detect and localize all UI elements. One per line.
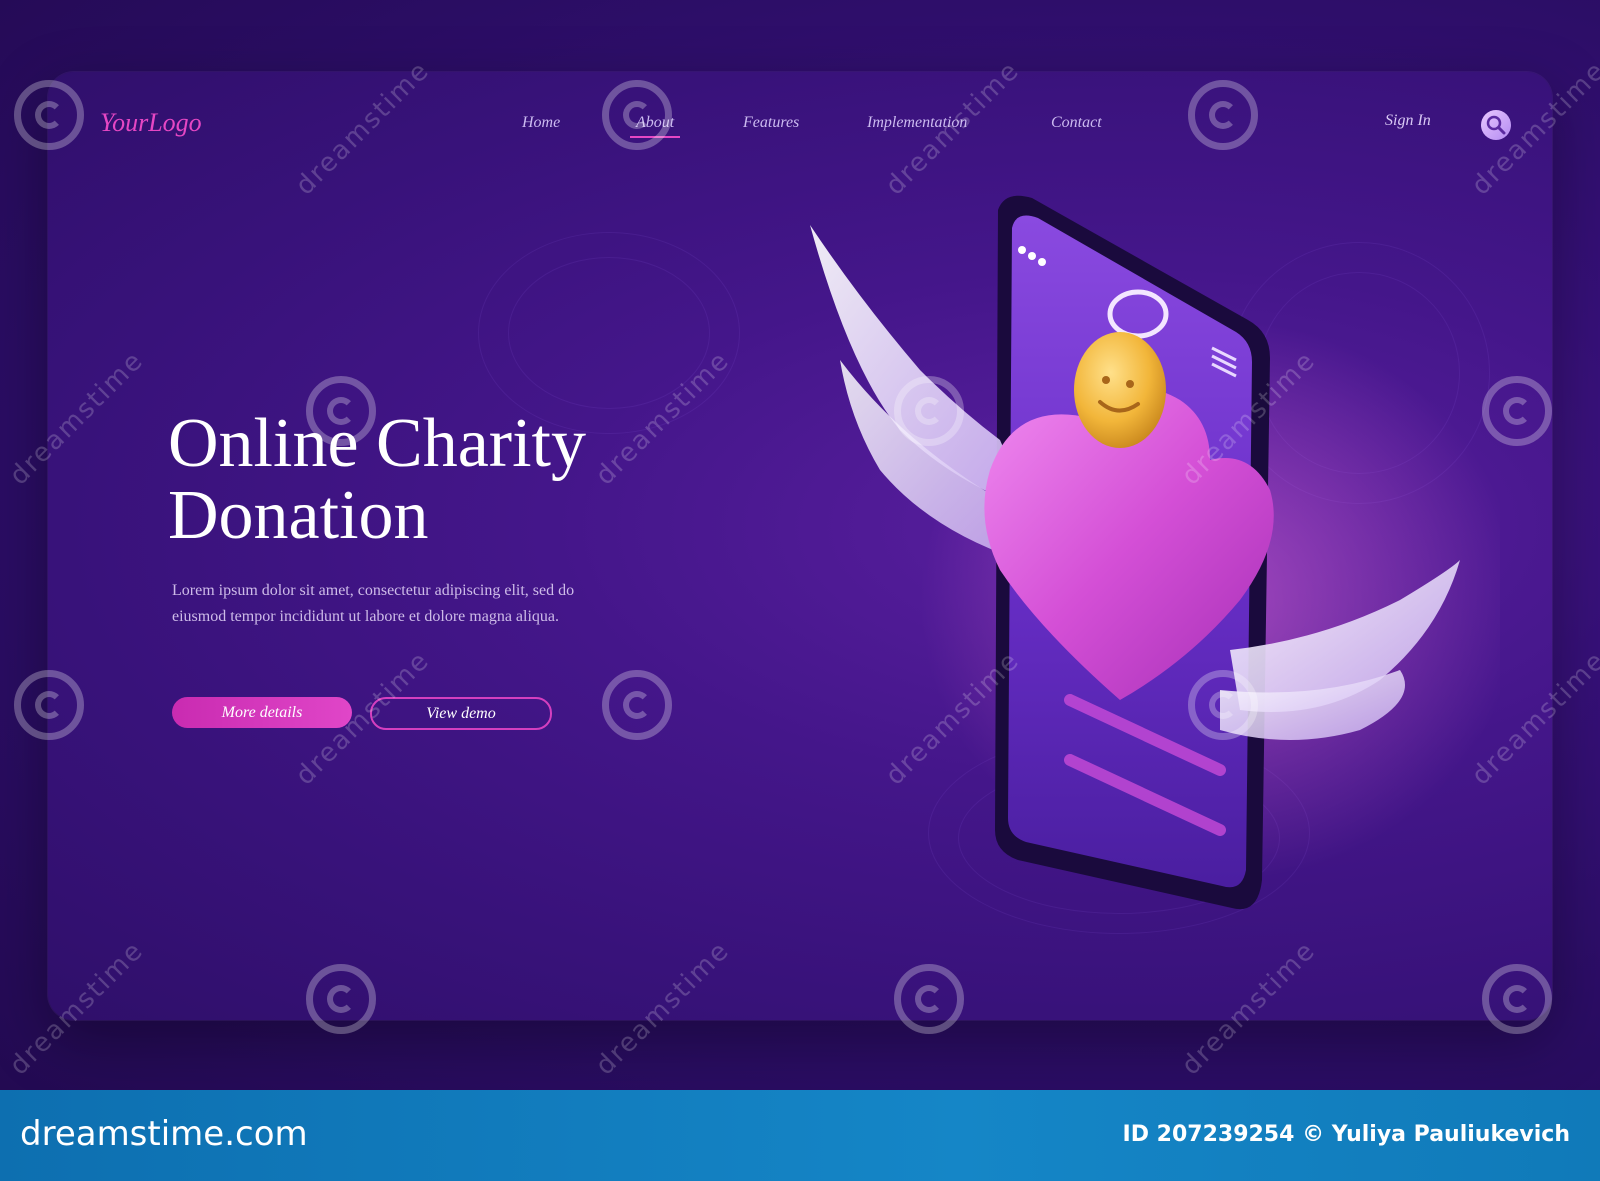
watermark-spiral-icon — [894, 964, 964, 1034]
more-details-button[interactable]: More details — [172, 697, 352, 728]
hero-title-line-2: Donation — [168, 477, 429, 554]
search-icon — [1486, 115, 1506, 135]
watermark-spiral-icon — [14, 670, 84, 740]
watermark-spiral-icon — [1188, 670, 1258, 740]
watermark-spiral-icon — [894, 376, 964, 446]
watermark-spiral-icon — [1188, 80, 1258, 150]
nav-link-features[interactable]: Features — [743, 114, 799, 132]
watermark-spiral-icon — [306, 964, 376, 1034]
logo[interactable]: YourLogo — [100, 108, 202, 138]
watermark-spiral-icon — [1482, 964, 1552, 1034]
sign-in-link[interactable]: Sign In — [1385, 112, 1431, 130]
page-background: YourLogo Home About Features Implementat… — [0, 0, 1600, 1090]
footer-credit: ID 207239254 © Yuliya Pauliukevich — [1122, 1122, 1570, 1147]
nav-link-home[interactable]: Home — [522, 114, 560, 132]
hero-description: Lorem ipsum dolor sit amet, consectetur … — [172, 582, 575, 625]
footer-brand: dreamstime.com — [20, 1114, 308, 1154]
charity-illustration — [810, 195, 1500, 910]
smiley-coin-icon — [1074, 332, 1166, 448]
watermark-spiral-icon — [1482, 376, 1552, 446]
footer-bar: dreamstime.com ID 207239254 © Yuliya Pau… — [0, 1090, 1600, 1181]
watermark-spiral-icon — [14, 80, 84, 150]
search-button[interactable] — [1481, 110, 1511, 140]
watermark-spiral-icon — [602, 670, 672, 740]
watermark-spiral-icon — [306, 376, 376, 446]
nav-link-contact[interactable]: Contact — [1051, 114, 1102, 132]
watermark-spiral-icon — [602, 80, 672, 150]
